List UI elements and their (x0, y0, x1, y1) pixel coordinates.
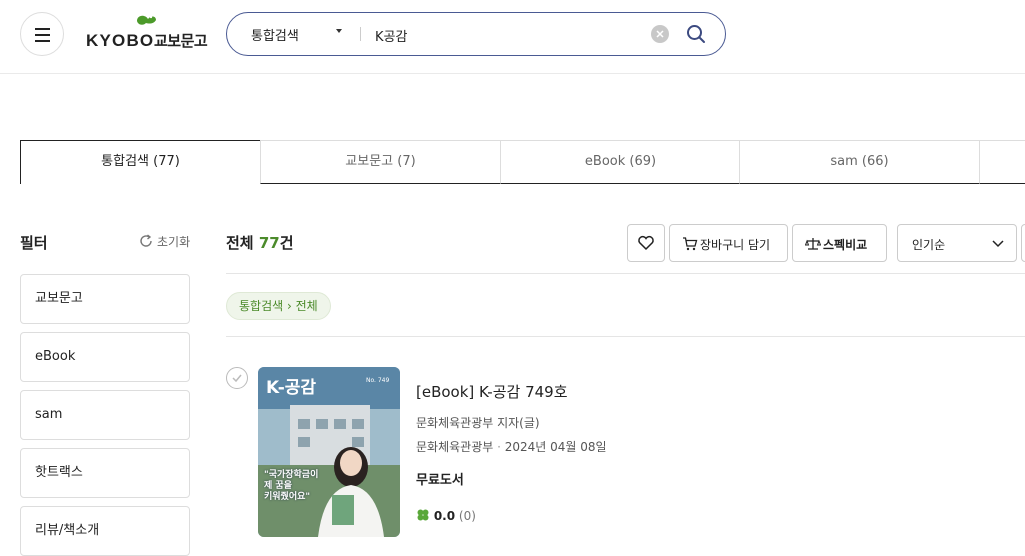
add-to-cart-button[interactable]: 장바구니 담기 (669, 224, 788, 262)
result-total: 전체 77건 (226, 234, 294, 252)
search-divider (360, 27, 361, 41)
sort-label: 인기순 (912, 238, 946, 252)
caret-down-icon[interactable] (336, 29, 342, 33)
clear-search-button[interactable] (651, 25, 669, 43)
logo-text-ko: 교보문고 (154, 32, 208, 50)
search-button[interactable] (685, 23, 707, 45)
search-category-select[interactable]: 통합검색 (251, 25, 299, 44)
filter-item-review[interactable]: 리뷰/책소개 (20, 506, 190, 556)
scale-icon (805, 238, 821, 250)
compare-button[interactable]: 스펙비교 (792, 224, 887, 262)
clover-icon (417, 509, 429, 521)
refresh-icon (140, 234, 152, 247)
search-bar: 통합검색 (226, 12, 726, 56)
cart-icon (683, 237, 698, 251)
filter-title: 필터 (20, 234, 48, 252)
kyobo-logo[interactable]: KYOBO 교보문고 (86, 12, 210, 52)
filter-item-ebook[interactable]: eBook (20, 332, 190, 382)
view-toggle-button[interactable] (1021, 224, 1025, 262)
cover-title: K-공감 (266, 378, 317, 398)
cover-quote: "국가장학금이 제 꿈을 키워줬어요" (264, 470, 319, 502)
book-title[interactable]: [eBook] K-공감 749호 (416, 381, 568, 402)
search-tabs: 통합검색 (77) 교보문고 (7) eBook (69) sam (66) (20, 140, 1025, 184)
tab-integrated[interactable]: 통합검색 (77) (20, 140, 261, 184)
cover-issue: No. 749 (366, 377, 390, 384)
divider (226, 273, 1025, 274)
chevron-down-icon (992, 240, 1004, 248)
header: KYOBO 교보문고 통합검색 (0, 0, 1025, 74)
book-publisher[interactable]: 문화체육관광부 (416, 440, 493, 454)
tab-sam[interactable]: sam (66) (739, 140, 980, 184)
book-cover[interactable]: K-공감 No. 749 "국가장학금이 제 꿈을 키워줬어요" (258, 367, 400, 537)
review-count[interactable]: (0) (459, 509, 476, 523)
check-icon (232, 374, 242, 383)
search-icon (687, 25, 705, 43)
book-rating: 0.0 (0) (416, 508, 476, 523)
filter-item-hottracks[interactable]: 핫트랙스 (20, 448, 190, 498)
filter-item-kyobo[interactable]: 교보문고 (20, 274, 190, 324)
tab-kyobo[interactable]: 교보문고 (7) (260, 140, 501, 184)
divider (226, 336, 1025, 337)
result-count: 77 (258, 234, 280, 252)
sort-select[interactable]: 인기순 (897, 224, 1017, 262)
book-price: 무료도서 (416, 473, 464, 488)
close-icon (656, 30, 664, 38)
compare-label: 스펙비교 (823, 238, 868, 252)
breadcrumb[interactable]: 통합검색 › 전체 (226, 292, 331, 320)
book-author[interactable]: 문화체육관광부 지자(글) (416, 414, 540, 431)
filter-item-sam[interactable]: sam (20, 390, 190, 440)
logo-leaf-icon (137, 15, 156, 25)
wishlist-button[interactable] (627, 224, 665, 262)
book-pub-date: 2024년 04월 08일 (504, 440, 607, 454)
tab-more[interactable] (979, 140, 1025, 184)
rating-value: 0.0 (433, 509, 456, 523)
hamburger-icon (35, 28, 50, 30)
reset-label: 초기화 (157, 235, 191, 249)
select-checkbox[interactable] (226, 367, 248, 389)
menu-button[interactable] (20, 12, 64, 56)
cart-label: 장바구니 담기 (700, 238, 771, 252)
book-publisher-line: 문화체육관광부 · 2024년 04월 08일 (416, 440, 607, 454)
heart-icon (638, 235, 654, 251)
search-input[interactable] (375, 25, 635, 45)
logo-text-en: KYOBO (86, 31, 155, 50)
tab-ebook[interactable]: eBook (69) (500, 140, 741, 184)
